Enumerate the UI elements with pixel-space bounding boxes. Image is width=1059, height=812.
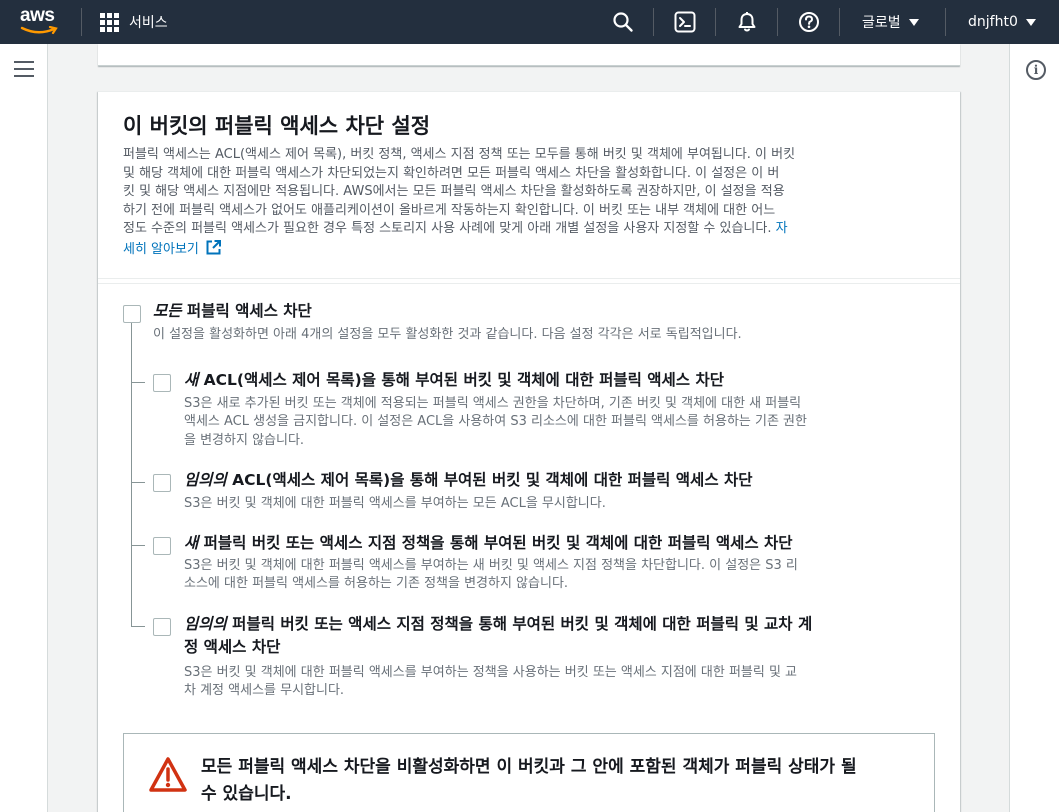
region-selector[interactable]: 글로벌 [862,0,919,44]
block-all-description: 이 설정을 활성화하면 아래 4개의 설정을 모두 활성화한 것과 같습니다. … [153,326,933,344]
description-line: 이 설정을 활성화하면 아래 4개의 설정을 모두 활성화한 것과 같습니다. … [153,327,742,342]
block-all-title: 모든 퍼블릭 액세스 차단 [153,300,312,323]
nav-divider [653,8,654,36]
description-line: 킷 및 해당 액세스 지점에만 적용됩니다. AWS에서는 모든 퍼블릭 액세스… [123,184,785,200]
caret-down-icon [1025,18,1036,26]
description-line: 정도 수준의 퍼블릭 액세스가 필요한 경우 특정 스토리지 사용 사례에 맞게… [123,220,935,239]
warning-alert: 모든 퍼블릭 액세스 차단을 비활성화하면 이 버킷과 그 안에 포함된 객체가… [123,733,935,812]
block-new-acls-title: 새 ACL(액세스 제어 목록)을 통해 부여된 버킷 및 객체에 대한 퍼블릭… [184,369,724,392]
option-title-text: ACL(액세스 제어 목록)을 통해 부여된 버킷 및 객체에 대한 퍼블릭 액… [198,371,724,389]
learn-more-link[interactable]: 세히 알아보기 [123,242,199,257]
description-line: 액세스 ACL 생성을 금지합니다. 이 설정은 ACL을 사용하여 S3 리소… [184,414,807,430]
description-line-text: 정도 수준의 퍼블릭 액세스가 필요한 경우 특정 스토리지 사용 사례에 맞게… [123,221,772,237]
description-line: 퍼블릭 액세스는 ACL(액세스 제어 목록), 버킷 정책, 액세스 지점 정… [123,147,796,162]
block-new-acls-description: S3은 새로 추가된 버킷 또는 객체에 적용되는 퍼블릭 액세스 권한을 차단… [184,395,944,450]
tree-branch [131,626,145,627]
nav-divider [839,8,840,36]
option-title-text: 퍼블릭 버킷 또는 액세스 지점 정책을 통해 부여된 버킷 및 객체에 대한 … [198,534,793,552]
description-line: 소스에 대한 퍼블릭 액세스를 허용하는 기존 정책을 변경하지 않습니다. [184,576,569,592]
option-title-text: 정 액세스 차단 [184,638,281,656]
emphasis: 임의의 [184,471,227,489]
aws-logo[interactable]: aws [18,4,62,40]
cloudshell-button[interactable] [670,7,700,37]
top-navigation: aws 서비스 글로벌 dnjfht0 [0,0,1059,44]
block-new-policies-title: 새 퍼블릭 버킷 또는 액세스 지점 정책을 통해 부여된 버킷 및 객체에 대… [184,532,793,555]
nav-divider [777,8,778,36]
help-button[interactable] [794,7,824,37]
description-line: 을 변경하지 않습니다. [184,432,305,448]
block-any-policies-description: S3은 버킷 및 객체에 대한 퍼블릭 액세스를 부여하는 정책을 사용하는 버… [184,664,944,701]
services-label: 서비스 [129,15,168,31]
search-icon [613,12,633,32]
block-any-policies-checkbox[interactable] [153,618,171,636]
account-menu[interactable]: dnjfht0 [968,0,1036,44]
option-title-text: 퍼블릭 버킷 또는 액세스 지점 정책을 통해 부여된 버킷 및 객체에 대한 … [226,615,813,633]
card-header: 이 버킷의 퍼블릭 액세스 차단 설정 퍼블릭 액세스는 ACL(액세스 제어 … [98,92,960,279]
emphasis: 새 [184,534,199,552]
grid-icon [100,12,119,32]
description-line: 및 해당 객체에 대한 퍼블릭 액세스가 차단되었는지 확인하려면 모든 퍼블릭… [123,165,780,181]
tree-branch [131,545,145,546]
description-line: 하기 전에 퍼블릭 액세스가 없어도 애플리케이션이 올바르게 작동하는지 확인… [123,202,776,218]
previous-card [98,44,960,66]
external-link-icon[interactable] [205,239,222,256]
tree-line [131,323,132,627]
aws-logo-text: aws [20,5,55,26]
option-title-text: 퍼블릭 액세스 차단 [181,302,312,320]
learn-more-link-start[interactable]: 자 [771,221,788,236]
block-any-acls-description: S3은 버킷 및 객체에 대한 퍼블릭 액세스를 부여하는 모든 ACL을 무시… [184,495,944,513]
info-icon[interactable]: i [1026,60,1046,80]
notifications-button[interactable] [732,7,762,37]
nav-divider [945,8,946,36]
option-title-text: ACL(액세스 제어 목록)을 통해 부여된 버킷 및 객체에 대한 퍼블릭 액… [226,471,753,489]
warning-icon [149,757,187,792]
description-line: 세히 알아보기 [123,239,935,260]
block-any-acls-title: 임의의 ACL(액세스 제어 목록)을 통해 부여된 버킷 및 객체에 대한 퍼… [184,469,753,492]
block-any-policies-title: 임의의 퍼블릭 버킷 또는 액세스 지점 정책을 통해 부여된 버킷 및 객체에… [184,613,944,659]
nav-divider [81,8,82,36]
section-title: 이 버킷의 퍼블릭 액세스 차단 설정 [123,114,431,138]
emphasis: 모든 [153,302,182,320]
region-label: 글로벌 [862,15,901,31]
description-line: 차 계정 액세스를 무시합니다. [184,683,345,699]
nav-divider [715,8,716,36]
description-line: S3은 버킷 및 객체에 대한 퍼블릭 액세스를 부여하는 새 버킷 및 액세스… [184,558,798,573]
caret-down-icon [908,18,919,26]
tree-branch [131,382,145,383]
account-label: dnjfht0 [968,14,1018,30]
block-new-acls-checkbox[interactable] [153,374,171,392]
warning-text: 모든 퍼블릭 액세스 차단을 비활성화하면 이 버킷과 그 안에 포함된 객체가… [201,754,921,808]
aws-smile-icon [20,26,58,35]
description-line: S3은 새로 추가된 버킷 또는 객체에 적용되는 퍼블릭 액세스 권한을 차단… [184,396,802,411]
emphasis: 임의의 [184,615,227,633]
section-description: 퍼블릭 액세스는 ACL(액세스 제어 목록), 버킷 정책, 액세스 지점 정… [123,146,935,260]
description-line: S3은 버킷 및 객체에 대한 퍼블릭 액세스를 부여하는 정책을 사용하는 버… [184,665,798,680]
tree-branch [131,482,145,483]
right-tools-rail: i [1009,44,1059,812]
bell-icon [738,12,756,32]
cloudshell-icon [674,11,696,33]
block-public-access-card: 이 버킷의 퍼블릭 액세스 차단 설정 퍼블릭 액세스는 ACL(액세스 제어 … [98,91,960,812]
section-divider [98,283,960,284]
block-all-public-access-checkbox[interactable] [123,305,141,323]
services-menu[interactable]: 서비스 [100,8,168,36]
warning-line: 수 있습니다. [201,784,292,804]
block-any-acls-checkbox[interactable] [153,474,171,492]
menu-icon[interactable] [14,61,34,77]
block-new-policies-description: S3은 버킷 및 객체에 대한 퍼블릭 액세스를 부여하는 새 버킷 및 액세스… [184,557,944,594]
warning-line: 모든 퍼블릭 액세스 차단을 비활성화하면 이 버킷과 그 안에 포함된 객체가… [201,757,857,777]
search-button[interactable] [608,7,638,37]
block-new-policies-checkbox[interactable] [153,537,171,555]
description-line: S3은 버킷 및 객체에 대한 퍼블릭 액세스를 부여하는 모든 ACL을 무시… [184,496,606,511]
help-icon [799,12,819,32]
left-navigation-rail [0,44,48,812]
emphasis: 새 [184,371,199,389]
